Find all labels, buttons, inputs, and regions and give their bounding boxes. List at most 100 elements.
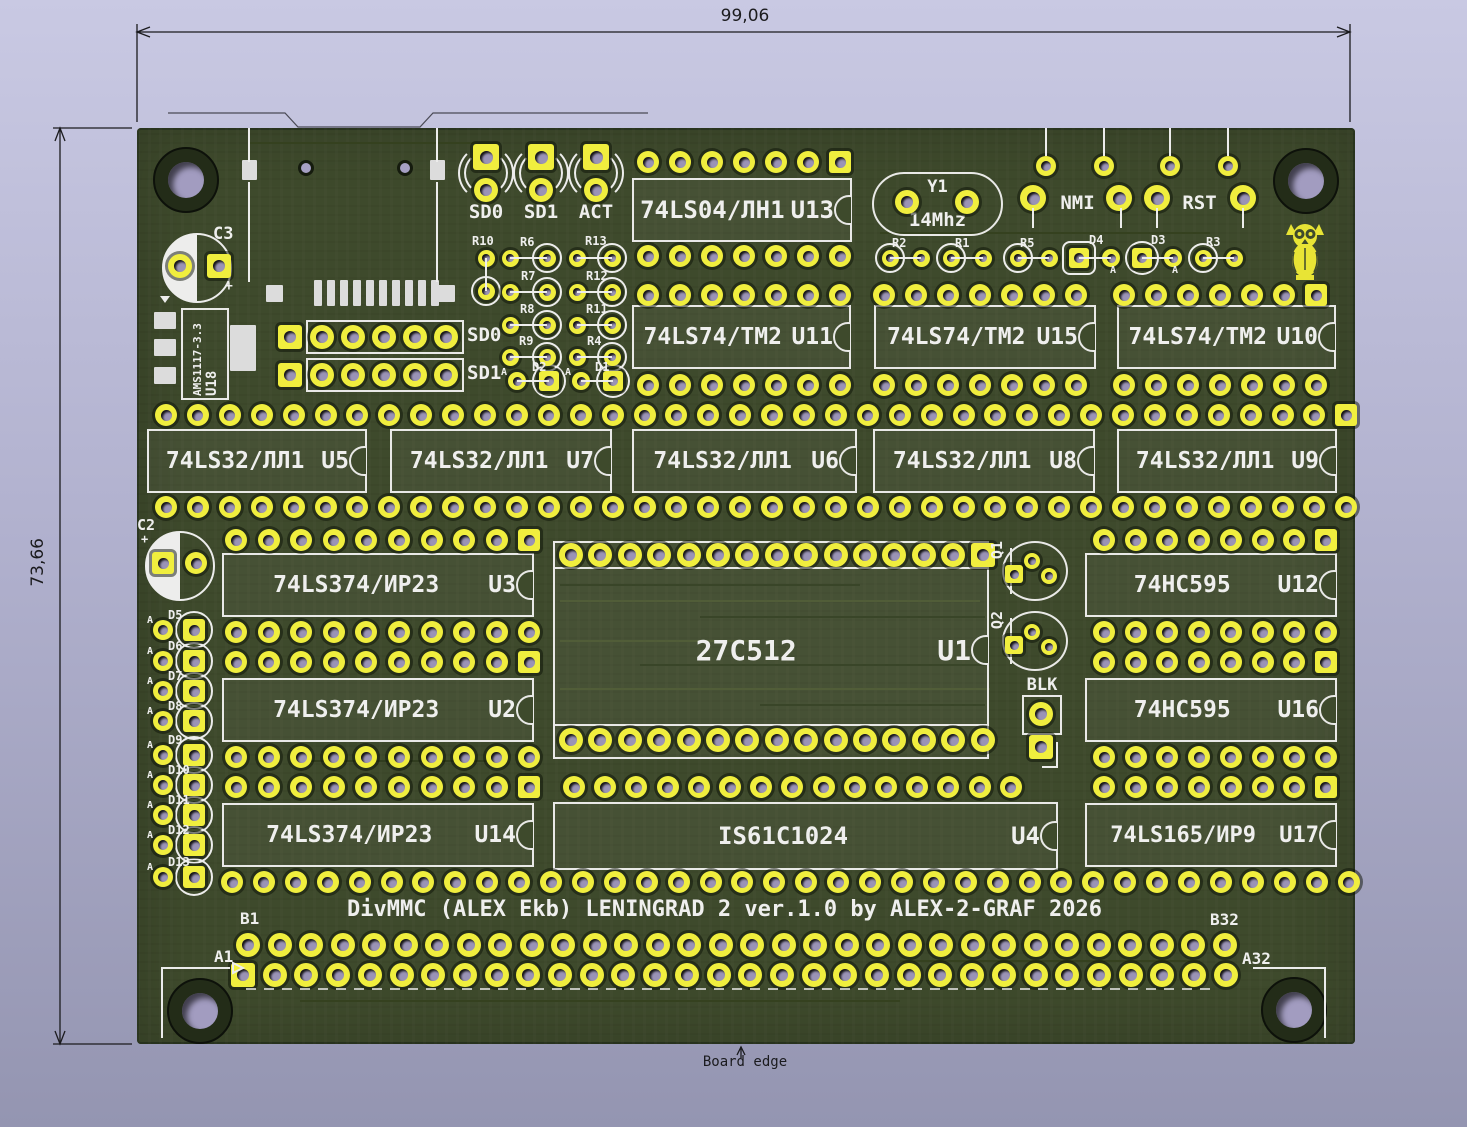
- through-hole-pad: [738, 963, 762, 987]
- through-hole-pad: [1055, 963, 1079, 987]
- through-hole-pad: [960, 963, 984, 987]
- through-hole-pad: [251, 404, 273, 426]
- pin1-notch: [833, 322, 863, 352]
- button-pad: [1094, 156, 1114, 176]
- through-hole-pad: [486, 651, 508, 673]
- ic-value: 74LS32/ЛЛ1: [634, 448, 811, 474]
- ic-outline: 74LS74/TM2U15: [874, 305, 1096, 369]
- pcb-render-viewport[interactable]: 99,06 73,66 Board edge DivMMC (ALEX Ekb)…: [0, 0, 1467, 1127]
- through-hole-pad: [355, 529, 377, 551]
- header-pad: [434, 325, 458, 349]
- through-hole-pad: [506, 496, 528, 518]
- through-hole-pad: [421, 651, 443, 673]
- through-hole-pad: [1065, 374, 1087, 396]
- resistor-link: [577, 257, 612, 259]
- through-hole-pad: [634, 496, 656, 518]
- header-pad: [310, 325, 334, 349]
- through-hole-pad: [923, 871, 945, 893]
- through-hole-pad: [1119, 963, 1143, 987]
- through-hole-pad: [538, 496, 560, 518]
- through-hole-pad: [824, 728, 848, 752]
- diode-link: [517, 380, 549, 382]
- resistor-ref: R10: [472, 235, 494, 247]
- through-hole-pad: [866, 933, 890, 957]
- ic-outline: 74LS32/ЛЛ1U6: [632, 429, 857, 493]
- diode-anode-mark: A: [147, 616, 153, 626]
- mounting-hole: [1273, 148, 1339, 214]
- led-pad: [583, 144, 609, 170]
- through-hole-pad: [1240, 496, 1262, 518]
- through-hole-pad: [183, 834, 205, 856]
- through-hole-pad: [865, 963, 889, 987]
- through-hole-pad: [323, 651, 345, 673]
- through-hole-pad: [1156, 621, 1178, 643]
- mounting-hole: [1261, 977, 1327, 1043]
- through-hole-pad: [941, 543, 965, 567]
- diode-link: [1079, 257, 1111, 259]
- through-hole-pad: [1176, 404, 1198, 426]
- through-hole-pad: [153, 805, 173, 825]
- through-hole-pad: [183, 680, 205, 702]
- through-hole-pad: [1188, 746, 1210, 768]
- trace-decoration: [250, 142, 500, 144]
- through-hole-pad: [992, 933, 1016, 957]
- ic-value: 74LS32/ЛЛ1: [1119, 448, 1291, 474]
- diode-anode-mark: A: [501, 368, 507, 378]
- header-pad: [372, 325, 396, 349]
- through-hole-pad: [889, 404, 911, 426]
- ic-ref: U6: [811, 448, 839, 474]
- through-hole-pad: [290, 776, 312, 798]
- pin1-notch: [834, 195, 864, 225]
- through-hole-pad: [153, 867, 173, 887]
- ic-outline: 74LS32/ЛЛ1U9: [1117, 429, 1337, 493]
- diode-anode-mark: A: [147, 863, 153, 873]
- through-hole-pad: [323, 529, 345, 551]
- through-hole-pad: [905, 284, 927, 306]
- led-pad: [528, 144, 554, 170]
- through-hole-pad: [835, 933, 859, 957]
- sd-slot-outline: [168, 113, 648, 127]
- through-hole-pad: [1181, 933, 1205, 957]
- through-hole-pad: [647, 728, 671, 752]
- through-hole-pad: [1125, 529, 1147, 551]
- ic-value: 74LS74/TM2: [876, 324, 1036, 350]
- diode-anode-mark: A: [147, 831, 153, 841]
- through-hole-pad: [733, 374, 755, 396]
- through-hole-pad: [953, 404, 975, 426]
- transistor-pad: [1041, 568, 1057, 584]
- through-hole-pad: [518, 621, 540, 643]
- through-hole-pad: [1220, 621, 1242, 643]
- pin1-notch: [516, 570, 546, 600]
- via: [298, 160, 314, 176]
- through-hole-pad: [1093, 651, 1115, 673]
- header-pad: [278, 325, 302, 349]
- through-hole-pad: [1274, 871, 1296, 893]
- through-hole-pad: [1001, 284, 1023, 306]
- through-hole-pad: [187, 404, 209, 426]
- through-hole-pad: [1283, 776, 1305, 798]
- through-hole-pad: [1338, 871, 1360, 893]
- through-hole-pad: [421, 621, 443, 643]
- through-hole-pad: [1024, 963, 1048, 987]
- through-hole-pad: [1315, 746, 1337, 768]
- silk-decoration: [436, 128, 438, 162]
- through-hole-pad: [668, 871, 690, 893]
- through-hole-pad: [1033, 374, 1055, 396]
- smd-pad: [242, 160, 257, 180]
- through-hole-pad: [1055, 933, 1079, 957]
- through-hole-pad: [618, 543, 642, 567]
- header-pad: [403, 363, 427, 387]
- through-hole-pad: [875, 776, 897, 798]
- silk-decoration: [1120, 208, 1122, 228]
- through-hole-pad: [518, 529, 540, 551]
- through-hole-pad: [1016, 496, 1038, 518]
- through-hole-pad: [677, 933, 701, 957]
- crystal-value: 14Mhz: [874, 211, 1001, 230]
- through-hole-pad: [290, 529, 312, 551]
- through-hole-pad: [618, 728, 642, 752]
- through-hole-pad: [1156, 529, 1178, 551]
- through-hole-pad: [675, 963, 699, 987]
- through-hole-pad: [1082, 871, 1104, 893]
- through-hole-pad: [268, 933, 292, 957]
- through-hole-pad: [381, 871, 403, 893]
